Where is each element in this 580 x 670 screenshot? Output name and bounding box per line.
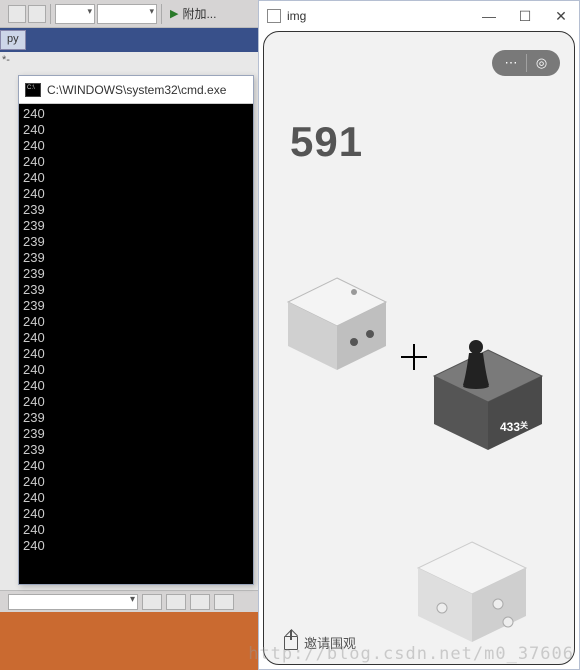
watermark: http://blog.csdn.net/m0_37606	[248, 644, 574, 664]
cmd-window: C:\WINDOWS\system32\cmd.exe 240240240240…	[18, 75, 254, 585]
img-title-text: img	[287, 9, 471, 23]
target-badge: 433关	[500, 420, 528, 434]
cmd-output: 2402402402402402402392392392392392392392…	[19, 104, 253, 584]
bottom-btn-2[interactable]	[166, 594, 186, 610]
ide-status-bar	[0, 612, 260, 670]
bottom-btn-1[interactable]	[142, 594, 162, 610]
cmd-titlebar[interactable]: C:\WINDOWS\system32\cmd.exe	[19, 76, 253, 104]
toolbar-btn-2[interactable]	[28, 5, 46, 23]
img-titlebar[interactable]: img — ☐ ✕	[259, 1, 579, 31]
config-dropdown-1[interactable]	[55, 4, 95, 24]
window-app-icon	[267, 9, 281, 23]
ide-bottom-toolbar	[0, 590, 260, 612]
maximize-button[interactable]: ☐	[507, 2, 543, 30]
phone-frame: ⋯ ◎ 591	[263, 31, 575, 665]
config-dropdown-2[interactable]	[97, 4, 157, 24]
attach-button[interactable]: 附加...	[182, 5, 216, 22]
game-box-next	[412, 538, 532, 648]
bottom-btn-3[interactable]	[190, 594, 210, 610]
cmd-icon	[25, 83, 41, 97]
game-pawn	[462, 339, 490, 394]
cmd-title-text: C:\WINDOWS\system32\cmd.exe	[47, 83, 226, 97]
game-canvas[interactable]: 433关	[264, 32, 574, 664]
crosshair-icon	[401, 344, 427, 370]
minimize-button[interactable]: —	[471, 2, 507, 30]
game-box-current	[282, 274, 392, 374]
close-button[interactable]: ✕	[543, 2, 579, 30]
img-window: img — ☐ ✕ ⋯ ◎ 591	[258, 0, 580, 670]
bottom-btn-4[interactable]	[214, 594, 234, 610]
toolbar-btn-1[interactable]	[8, 5, 26, 23]
bottom-dropdown[interactable]	[8, 594, 138, 610]
editor-tab[interactable]: py	[0, 30, 26, 50]
ide-tabstrip: py	[0, 28, 260, 52]
ide-toolbar: ▶ 附加...	[0, 0, 260, 28]
play-icon[interactable]: ▶	[170, 7, 178, 20]
editor-stub-text: *-	[0, 52, 12, 68]
